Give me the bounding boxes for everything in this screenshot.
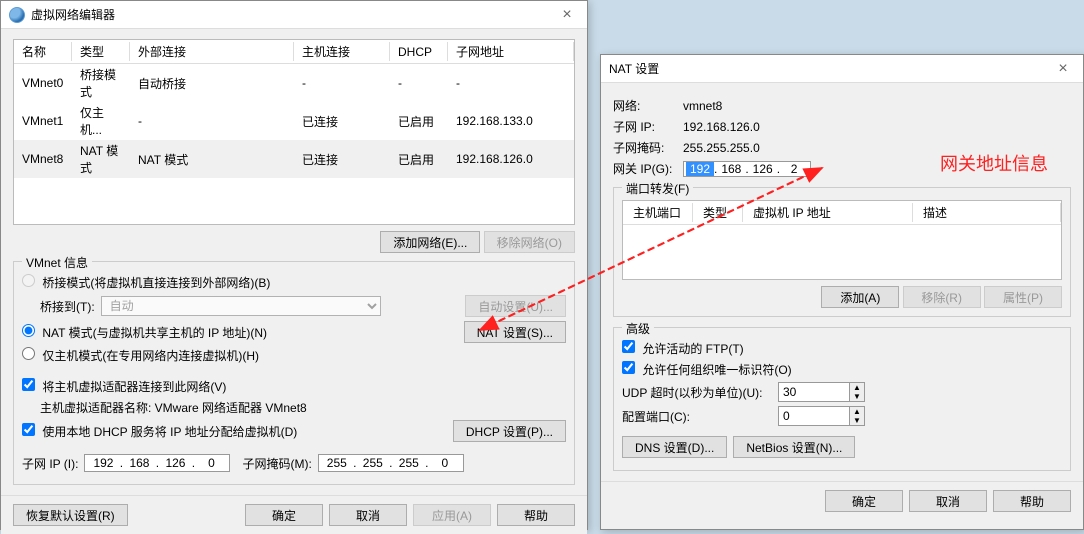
nat-settings-dialog: NAT 设置 × 网络: vmnet8 子网 IP: 192.168.126.0 子… bbox=[600, 54, 1084, 530]
radio-hostonly[interactable]: 仅主机模式(在专用网络内连接虚拟机)(H) bbox=[22, 347, 259, 364]
cfg-port-label: 配置端口(C): bbox=[622, 408, 772, 425]
titlebar: NAT 设置 × bbox=[601, 55, 1083, 83]
col-name[interactable]: 名称 bbox=[14, 40, 72, 64]
props-button[interactable]: 属性(P) bbox=[984, 286, 1062, 308]
vnet-editor-dialog: 虚拟网络编辑器 × 名称 类型 外部连接 主机连接 DHCP 子网地址 VMne… bbox=[0, 0, 588, 530]
dns-settings-button[interactable]: DNS 设置(D)... bbox=[622, 436, 727, 458]
col-ext[interactable]: 外部连接 bbox=[130, 40, 294, 64]
cancel-button[interactable]: 取消 bbox=[909, 490, 987, 512]
apply-button[interactable]: 应用(A) bbox=[413, 504, 491, 526]
netbios-settings-button[interactable]: NetBios 设置(N)... bbox=[733, 436, 855, 458]
col-type[interactable]: 类型 bbox=[72, 40, 130, 64]
bridgeto-label: 桥接到(T): bbox=[40, 298, 95, 315]
check-anyorg[interactable]: 允许任何组织唯一标识符(O) bbox=[622, 361, 792, 378]
dhcp-settings-button[interactable]: DHCP 设置(P)... bbox=[453, 420, 566, 442]
subnet-value: 192.168.126.0 bbox=[683, 120, 760, 134]
add-button[interactable]: 添加(A) bbox=[821, 286, 899, 308]
mask-label: 子网掩码: bbox=[613, 139, 677, 156]
cancel-button[interactable]: 取消 bbox=[329, 504, 407, 526]
check-connect-host[interactable]: 将主机虚拟适配器连接到此网络(V) bbox=[22, 378, 226, 395]
help-button[interactable]: 帮助 bbox=[497, 504, 575, 526]
window-title: NAT 设置 bbox=[609, 60, 1051, 77]
mask-value: 255.255.255.0 bbox=[683, 141, 760, 155]
ok-button[interactable]: 确定 bbox=[245, 504, 323, 526]
spin-up-icon[interactable]: ▲ bbox=[850, 407, 864, 416]
net-value: vmnet8 bbox=[683, 99, 722, 113]
bridge-select[interactable]: 自动 bbox=[101, 296, 381, 316]
port-forward-table[interactable]: 主机端口 类型 虚拟机 IP 地址 描述 bbox=[622, 200, 1062, 280]
spin-down-icon[interactable]: ▼ bbox=[850, 416, 864, 425]
network-table[interactable]: 名称 类型 外部连接 主机连接 DHCP 子网地址 VMnet0桥接模式自动桥接… bbox=[13, 39, 575, 225]
table-row[interactable]: VMnet0桥接模式自动桥接--- bbox=[14, 64, 574, 103]
close-icon[interactable]: × bbox=[1051, 60, 1075, 78]
restore-defaults-button[interactable]: 恢复默认设置(R) bbox=[13, 504, 128, 526]
col-vm-ip[interactable]: 虚拟机 IP 地址 bbox=[743, 201, 913, 225]
subnet-mask-label: 子网掩码(M): bbox=[242, 455, 311, 472]
col-type[interactable]: 类型 bbox=[693, 201, 743, 225]
help-button[interactable]: 帮助 bbox=[993, 490, 1071, 512]
remove-button[interactable]: 移除(R) bbox=[903, 286, 981, 308]
gateway-ip-input[interactable]: 192. 168. 126. 2 bbox=[683, 161, 811, 177]
radio-bridge[interactable]: 桥接模式(将虚拟机直接连接到外部网络)(B) bbox=[22, 274, 270, 291]
subnet-mask-input[interactable]: 255. 255. 255. 0 bbox=[318, 454, 464, 472]
titlebar: 虚拟网络编辑器 × bbox=[1, 1, 587, 29]
subnet-label: 子网 IP: bbox=[613, 118, 677, 135]
check-ftp[interactable]: 允许活动的 FTP(T) bbox=[622, 340, 744, 357]
col-host[interactable]: 主机连接 bbox=[294, 40, 390, 64]
remove-network-button[interactable]: 移除网络(O) bbox=[484, 231, 575, 253]
cfg-port-input[interactable]: ▲▼ bbox=[778, 406, 865, 426]
advanced-group: 高级 允许活动的 FTP(T) 允许任何组织唯一标识符(O) UDP 超时(以秒… bbox=[613, 327, 1071, 471]
col-dhcp[interactable]: DHCP bbox=[390, 40, 448, 64]
vmware-icon bbox=[9, 7, 25, 23]
add-network-button[interactable]: 添加网络(E)... bbox=[380, 231, 480, 253]
vmnet-info-legend: VMnet 信息 bbox=[22, 254, 92, 271]
advanced-legend: 高级 bbox=[622, 320, 654, 337]
adapter-name-label: 主机虚拟适配器名称: VMware 网络适配器 VMnet8 bbox=[40, 399, 307, 416]
nat-settings-button[interactable]: NAT 设置(S)... bbox=[464, 321, 566, 343]
spin-up-icon[interactable]: ▲ bbox=[850, 383, 864, 392]
close-icon[interactable]: × bbox=[555, 6, 579, 24]
ok-button[interactable]: 确定 bbox=[825, 490, 903, 512]
subnet-ip-label: 子网 IP (I): bbox=[22, 455, 78, 472]
col-desc[interactable]: 描述 bbox=[913, 201, 1061, 225]
bridge-auto-button[interactable]: 自动设置(U)... bbox=[465, 295, 566, 317]
udp-timeout-label: UDP 超时(以秒为单位)(U): bbox=[622, 384, 772, 401]
net-label: 网络: bbox=[613, 97, 677, 114]
gateway-label: 网关 IP(G): bbox=[613, 160, 677, 177]
udp-timeout-input[interactable]: ▲▼ bbox=[778, 382, 865, 402]
check-use-dhcp[interactable]: 使用本地 DHCP 服务将 IP 地址分配给虚拟机(D) bbox=[22, 423, 297, 440]
table-row[interactable]: VMnet1仅主机...-已连接已启用192.168.133.0 bbox=[14, 102, 574, 140]
port-forward-legend: 端口转发(F) bbox=[622, 180, 693, 197]
port-forward-group: 端口转发(F) 主机端口 类型 虚拟机 IP 地址 描述 添加(A) 移除(R)… bbox=[613, 187, 1071, 317]
radio-nat[interactable]: NAT 模式(与虚拟机共享主机的 IP 地址)(N) bbox=[22, 324, 267, 341]
subnet-ip-input[interactable]: 192. 168. 126. 0 bbox=[84, 454, 230, 472]
window-title: 虚拟网络编辑器 bbox=[31, 6, 555, 23]
col-subnet[interactable]: 子网地址 bbox=[448, 40, 574, 64]
col-host-port[interactable]: 主机端口 bbox=[623, 201, 693, 225]
vmnet-info-group: VMnet 信息 桥接模式(将虚拟机直接连接到外部网络)(B) 桥接到(T): … bbox=[13, 261, 575, 485]
spin-down-icon[interactable]: ▼ bbox=[850, 392, 864, 401]
table-row[interactable]: VMnet8NAT 模式NAT 模式已连接已启用192.168.126.0 bbox=[14, 140, 574, 178]
